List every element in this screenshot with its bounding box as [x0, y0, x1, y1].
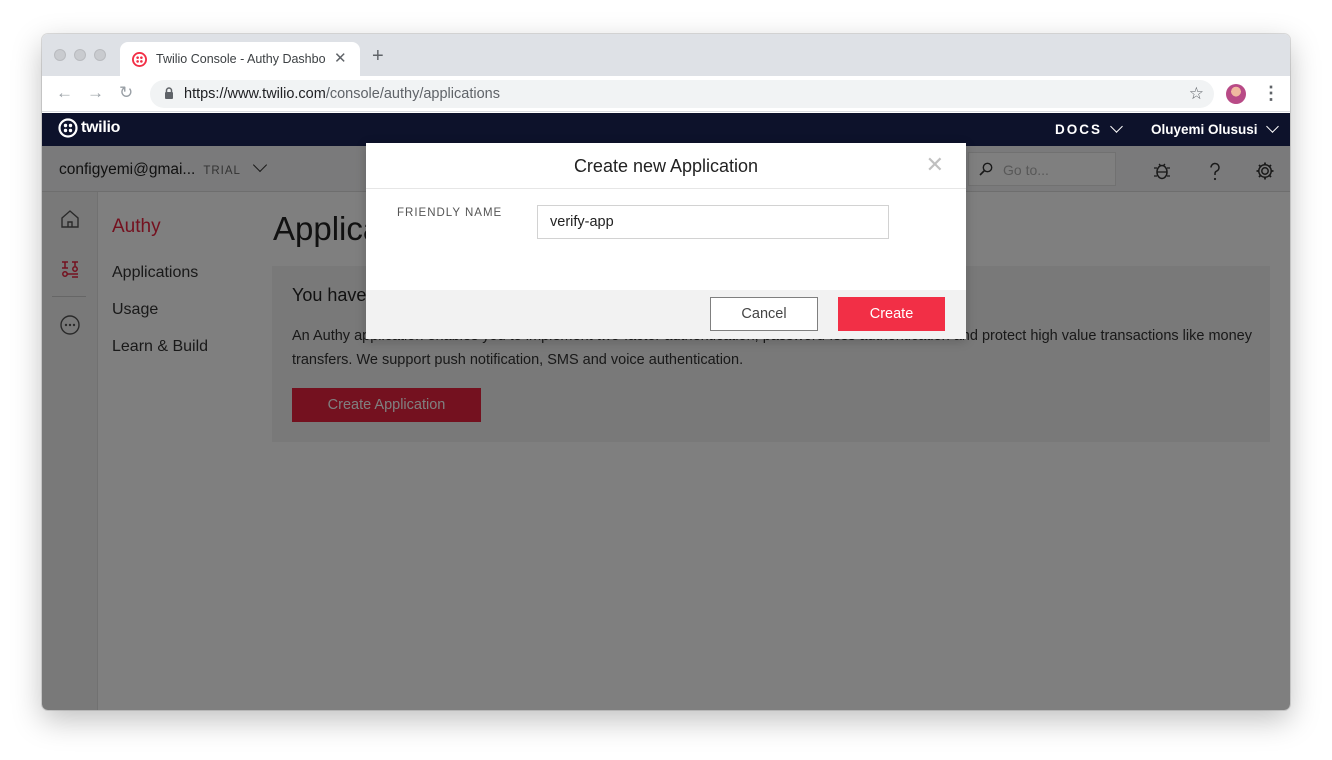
- url-path: /console/authy/applications: [325, 86, 500, 102]
- forward-icon[interactable]: →: [87, 84, 104, 102]
- window-minimize-control[interactable]: [74, 49, 86, 61]
- reload-icon[interactable]: ↻: [119, 84, 133, 102]
- create-button[interactable]: Create: [838, 297, 945, 331]
- docs-menu[interactable]: DOCS: [1055, 120, 1123, 137]
- twilio-logo[interactable]: twilio: [58, 118, 120, 138]
- chevron-down-icon: [1265, 120, 1279, 133]
- window-close-control[interactable]: [54, 49, 66, 61]
- window-zoom-control[interactable]: [94, 49, 106, 61]
- profile-avatar[interactable]: [1226, 84, 1246, 104]
- modal-header: Create new Application ✕: [366, 143, 966, 189]
- docs-label: DOCS: [1055, 122, 1103, 137]
- browser-tab[interactable]: Twilio Console - Authy Dashbo ✕: [120, 42, 360, 76]
- address-bar[interactable]: https://www.twilio.com/console/authy/app…: [150, 80, 1214, 108]
- close-icon[interactable]: ✕: [926, 154, 944, 176]
- tab-close-icon[interactable]: ✕: [334, 49, 347, 67]
- browser-toolbar: ← → ↻ https://www.twilio.com/console/aut…: [42, 76, 1290, 112]
- lock-icon: [165, 87, 173, 99]
- cancel-button[interactable]: Cancel: [710, 297, 818, 331]
- bookmark-star-icon[interactable]: ☆: [1189, 84, 1204, 104]
- friendly-name-input[interactable]: [537, 205, 889, 239]
- tab-strip: Twilio Console - Authy Dashbo ✕ +: [42, 34, 1290, 76]
- modal-footer: Cancel Create: [366, 290, 966, 339]
- tab-title: Twilio Console - Authy Dashbo: [156, 52, 326, 66]
- create-application-modal: Create new Application ✕ FRIENDLY NAME C…: [366, 143, 966, 339]
- friendly-name-label: FRIENDLY NAME: [397, 207, 503, 219]
- url-text: https://www.twilio.com/console/authy/app…: [184, 86, 500, 102]
- modal-title: Create new Application: [573, 156, 759, 176]
- twilio-favicon-icon: [132, 52, 147, 67]
- browser-window: Twilio Console - Authy Dashbo ✕ + ← → ↻ …: [42, 34, 1290, 710]
- new-tab-icon[interactable]: +: [372, 46, 384, 66]
- twilio-logo-icon: [58, 118, 78, 138]
- logo-text: twilio: [81, 119, 121, 136]
- browser-menu-icon[interactable]: ⋮: [1262, 83, 1280, 103]
- twilio-topbar: twilio DOCS Oluyemi Olususi: [42, 113, 1290, 146]
- user-menu[interactable]: Oluyemi Olususi: [1151, 120, 1279, 137]
- chevron-down-icon: [1110, 120, 1123, 133]
- url-host: https://www.twilio.com: [184, 86, 326, 102]
- back-icon[interactable]: ←: [56, 84, 73, 102]
- user-name: Oluyemi Olususi: [1151, 122, 1258, 137]
